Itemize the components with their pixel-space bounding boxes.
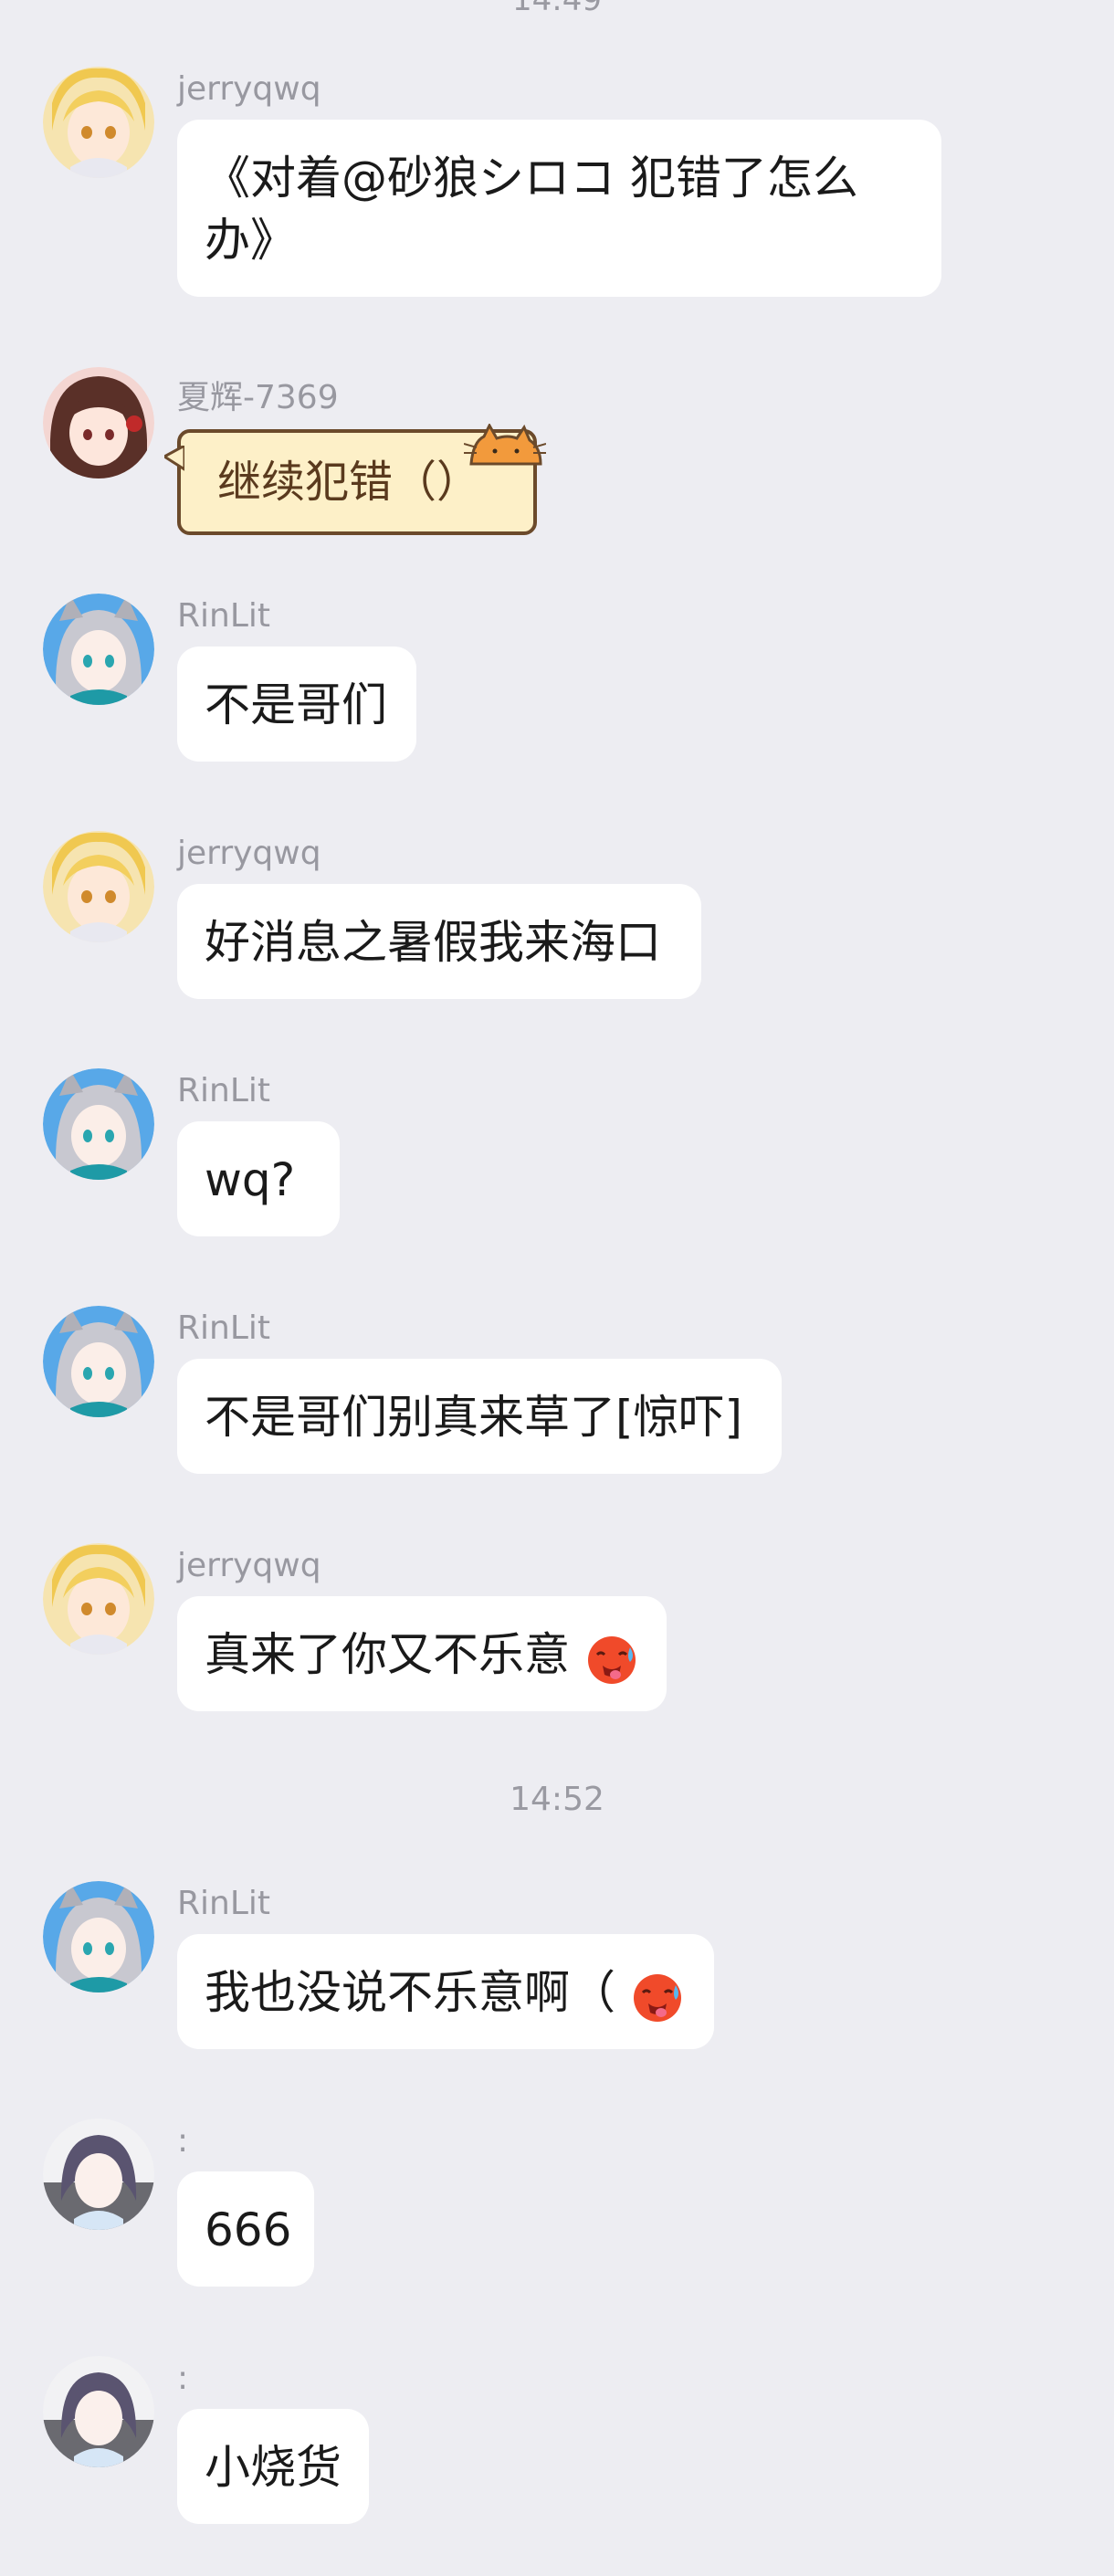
message-item: : 666	[0, 2119, 1114, 2310]
hot-face-emoji-icon	[633, 1973, 681, 2022]
message-text: wq?	[205, 1153, 296, 1206]
sender-name[interactable]: :	[177, 2360, 188, 2397]
message-bubble[interactable]: 《对着@砂狼シロコ 犯错了怎么办》	[177, 120, 941, 297]
message-text: 666	[205, 2203, 292, 2256]
cat-bubble-decoration-icon	[464, 424, 546, 466]
avatar[interactable]	[43, 367, 154, 478]
sender-name[interactable]: jerryqwq	[177, 1547, 321, 1584]
top-timestamp: 14:49	[512, 0, 602, 18]
message-bubble[interactable]: 不是哥们别真来草了[惊吓]	[177, 1359, 782, 1474]
message-item: : 小烧货	[0, 2356, 1114, 2548]
message-text: 《对着@砂狼シロコ 犯错了怎么办》	[205, 152, 858, 267]
avatar[interactable]	[43, 1881, 154, 1992]
avatar[interactable]	[43, 1306, 154, 1417]
time-divider: 14:52	[510, 1781, 604, 1818]
sender-name[interactable]: :	[177, 2122, 188, 2160]
avatar[interactable]	[43, 2356, 154, 2467]
avatar[interactable]	[43, 1543, 154, 1655]
message-item: 夏辉-7369 继续犯错（）	[0, 367, 1114, 559]
message-bubble[interactable]: wq?	[177, 1121, 340, 1236]
message-text: 好消息之暑假我来海口	[205, 916, 661, 969]
sender-name[interactable]: 夏辉-7369	[177, 371, 339, 418]
avatar[interactable]	[43, 594, 154, 705]
sender-name[interactable]: RinLit	[177, 597, 270, 635]
message-bubble[interactable]: 不是哥们	[177, 647, 416, 762]
message-item: RinLit 不是哥们	[0, 594, 1114, 785]
avatar[interactable]	[43, 831, 154, 942]
avatar[interactable]	[43, 2119, 154, 2230]
message-item: RinLit 我也没说不乐意啊（	[0, 1881, 1114, 2073]
sender-name[interactable]: RinLit	[177, 1885, 270, 1922]
message-item: jerryqwq 好消息之暑假我来海口	[0, 831, 1114, 1023]
bubble-tail-icon	[164, 446, 184, 471]
message-text: 真来了你又不乐意	[205, 1628, 570, 1681]
avatar[interactable]	[43, 67, 154, 178]
hot-face-emoji-icon	[587, 1635, 636, 1684]
message-text: 不是哥们别真来草了[惊吓]	[205, 1391, 743, 1444]
message-bubble[interactable]: 小烧货	[177, 2409, 369, 2524]
sender-name[interactable]: jerryqwq	[177, 70, 321, 108]
message-bubble[interactable]: 好消息之暑假我来海口	[177, 884, 701, 999]
message-item: jerryqwq 真来了你又不乐意	[0, 1543, 1114, 1735]
message-item: jerryqwq 《对着@砂狼シロコ 犯错了怎么办》	[0, 67, 1114, 322]
message-item: RinLit wq?	[0, 1068, 1114, 1260]
message-item: RinLit 不是哥们别真来草了[惊吓]	[0, 1306, 1114, 1498]
avatar[interactable]	[43, 1068, 154, 1180]
message-text: 不是哥们	[205, 678, 387, 731]
message-bubble[interactable]: 666	[177, 2171, 314, 2287]
message-text: 小烧货	[205, 2441, 342, 2494]
sender-name[interactable]: RinLit	[177, 1309, 270, 1347]
sender-name[interactable]: jerryqwq	[177, 835, 321, 872]
sender-name[interactable]: RinLit	[177, 1072, 270, 1109]
message-text: 继续犯错（）	[217, 457, 481, 508]
message-text: 我也没说不乐意啊（	[205, 1966, 615, 2019]
message-bubble[interactable]: 真来了你又不乐意	[177, 1596, 667, 1711]
message-bubble[interactable]: 我也没说不乐意啊（	[177, 1934, 714, 2049]
